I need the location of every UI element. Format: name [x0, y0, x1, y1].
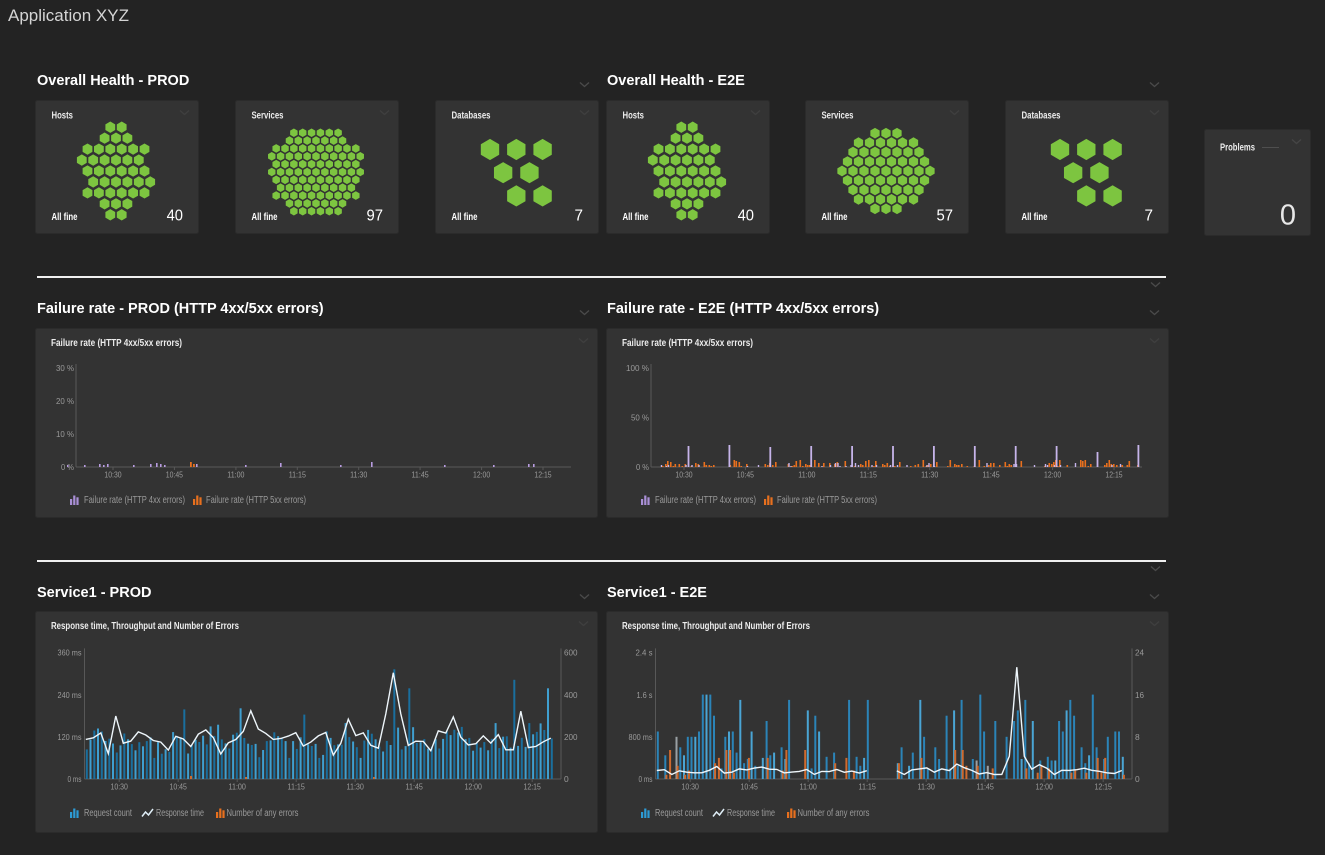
svg-text:Response time: Response time: [156, 808, 204, 819]
svg-text:0 ms: 0 ms: [68, 774, 82, 784]
svg-text:100 %: 100 %: [626, 363, 649, 373]
svg-text:12:15: 12:15: [524, 782, 542, 792]
svg-text:All fine: All fine: [1022, 211, 1048, 223]
svg-text:Failure rate (HTTP 4xx errors): Failure rate (HTTP 4xx errors): [655, 495, 756, 506]
svg-text:0: 0: [1135, 774, 1140, 784]
svg-text:11:00: 11:00: [227, 470, 244, 480]
svg-text:7: 7: [1145, 208, 1154, 225]
svg-text:12:00: 12:00: [1036, 782, 1054, 792]
svg-text:Failure rate (HTTP 4xx errors): Failure rate (HTTP 4xx errors): [84, 495, 185, 506]
svg-text:11:45: 11:45: [983, 470, 1000, 480]
svg-text:Hosts: Hosts: [52, 110, 74, 122]
svg-text:600: 600: [564, 648, 578, 658]
svg-text:0 %: 0 %: [636, 462, 649, 472]
svg-text:30 %: 30 %: [56, 363, 74, 373]
svg-text:12:15: 12:15: [1095, 782, 1113, 792]
svg-text:8: 8: [1135, 732, 1140, 742]
svg-text:40: 40: [167, 208, 183, 225]
svg-text:7: 7: [575, 208, 584, 225]
svg-text:400: 400: [564, 690, 578, 700]
svg-text:11:00: 11:00: [229, 782, 247, 792]
svg-text:Request count: Request count: [84, 808, 132, 819]
svg-text:11:15: 11:15: [289, 470, 306, 480]
svg-text:12:00: 12:00: [473, 470, 490, 480]
svg-text:11:30: 11:30: [347, 782, 365, 792]
svg-text:12:15: 12:15: [534, 470, 551, 480]
svg-text:All fine: All fine: [52, 211, 78, 223]
svg-text:11:45: 11:45: [977, 782, 995, 792]
svg-text:All fine: All fine: [822, 211, 848, 223]
svg-text:Problems: Problems: [1220, 142, 1255, 154]
svg-text:All fine: All fine: [452, 211, 478, 223]
svg-text:11:15: 11:15: [288, 782, 306, 792]
svg-text:Databases: Databases: [1022, 110, 1061, 122]
svg-text:Response time, Throughput and: Response time, Throughput and Number of …: [51, 620, 239, 632]
svg-text:Failure rate (HTTP 5xx errors): Failure rate (HTTP 5xx errors): [777, 495, 877, 506]
svg-text:11:15: 11:15: [860, 470, 877, 480]
svg-text:Response time, Throughput and: Response time, Throughput and Number of …: [622, 620, 810, 632]
svg-text:Databases: Databases: [452, 110, 491, 122]
svg-text:11:45: 11:45: [412, 470, 429, 480]
svg-text:10:45: 10:45: [737, 470, 754, 480]
svg-text:11:00: 11:00: [798, 470, 815, 480]
svg-text:120 ms: 120 ms: [58, 732, 82, 742]
svg-text:12:00: 12:00: [1044, 470, 1061, 480]
svg-text:All fine: All fine: [623, 211, 649, 223]
svg-text:0 %: 0 %: [61, 462, 74, 472]
svg-text:Hosts: Hosts: [623, 110, 645, 122]
svg-text:0: 0: [1280, 200, 1296, 232]
svg-text:24: 24: [1135, 648, 1144, 658]
svg-text:Services: Services: [252, 110, 284, 122]
svg-text:10:45: 10:45: [741, 782, 759, 792]
svg-text:2.4 s: 2.4 s: [636, 648, 653, 658]
svg-text:10:45: 10:45: [166, 470, 183, 480]
svg-text:16: 16: [1135, 690, 1144, 700]
svg-text:Failure rate (HTTP 4xx/5xx err: Failure rate (HTTP 4xx/5xx errors): [622, 337, 753, 349]
svg-text:200: 200: [564, 732, 578, 742]
svg-text:0 ms: 0 ms: [639, 774, 653, 784]
svg-text:Services: Services: [822, 110, 854, 122]
svg-text:0: 0: [564, 774, 569, 784]
svg-text:11:30: 11:30: [350, 470, 367, 480]
svg-text:11:00: 11:00: [800, 782, 818, 792]
svg-text:All fine: All fine: [252, 211, 278, 223]
svg-text:11:15: 11:15: [859, 782, 877, 792]
svg-text:Request count: Request count: [655, 808, 703, 819]
svg-text:Number of any errors: Number of any errors: [227, 808, 299, 819]
svg-text:97: 97: [367, 208, 384, 225]
svg-text:40: 40: [738, 208, 754, 225]
svg-text:10:30: 10:30: [104, 470, 121, 480]
svg-text:800 ms: 800 ms: [629, 732, 653, 742]
svg-text:20 %: 20 %: [56, 396, 74, 406]
svg-text:1.6 s: 1.6 s: [637, 690, 653, 700]
svg-text:11:30: 11:30: [921, 470, 938, 480]
svg-text:57: 57: [937, 208, 954, 225]
svg-text:10:30: 10:30: [682, 782, 700, 792]
svg-text:Failure rate (HTTP 4xx/5xx err: Failure rate (HTTP 4xx/5xx errors): [51, 337, 182, 349]
svg-text:240 ms: 240 ms: [58, 690, 82, 700]
svg-text:10 %: 10 %: [56, 429, 74, 439]
svg-text:12:15: 12:15: [1105, 470, 1122, 480]
svg-text:10:45: 10:45: [170, 782, 188, 792]
svg-text:10:30: 10:30: [111, 782, 129, 792]
svg-text:360 ms: 360 ms: [58, 648, 82, 658]
svg-text:11:30: 11:30: [918, 782, 936, 792]
svg-text:50 %: 50 %: [631, 413, 649, 423]
svg-text:Number of any errors: Number of any errors: [798, 808, 870, 819]
svg-text:Response time: Response time: [727, 808, 775, 819]
svg-text:12:00: 12:00: [465, 782, 483, 792]
svg-text:11:45: 11:45: [406, 782, 424, 792]
svg-text:Failure rate (HTTP 5xx errors): Failure rate (HTTP 5xx errors): [206, 495, 306, 506]
svg-text:10:30: 10:30: [675, 470, 692, 480]
